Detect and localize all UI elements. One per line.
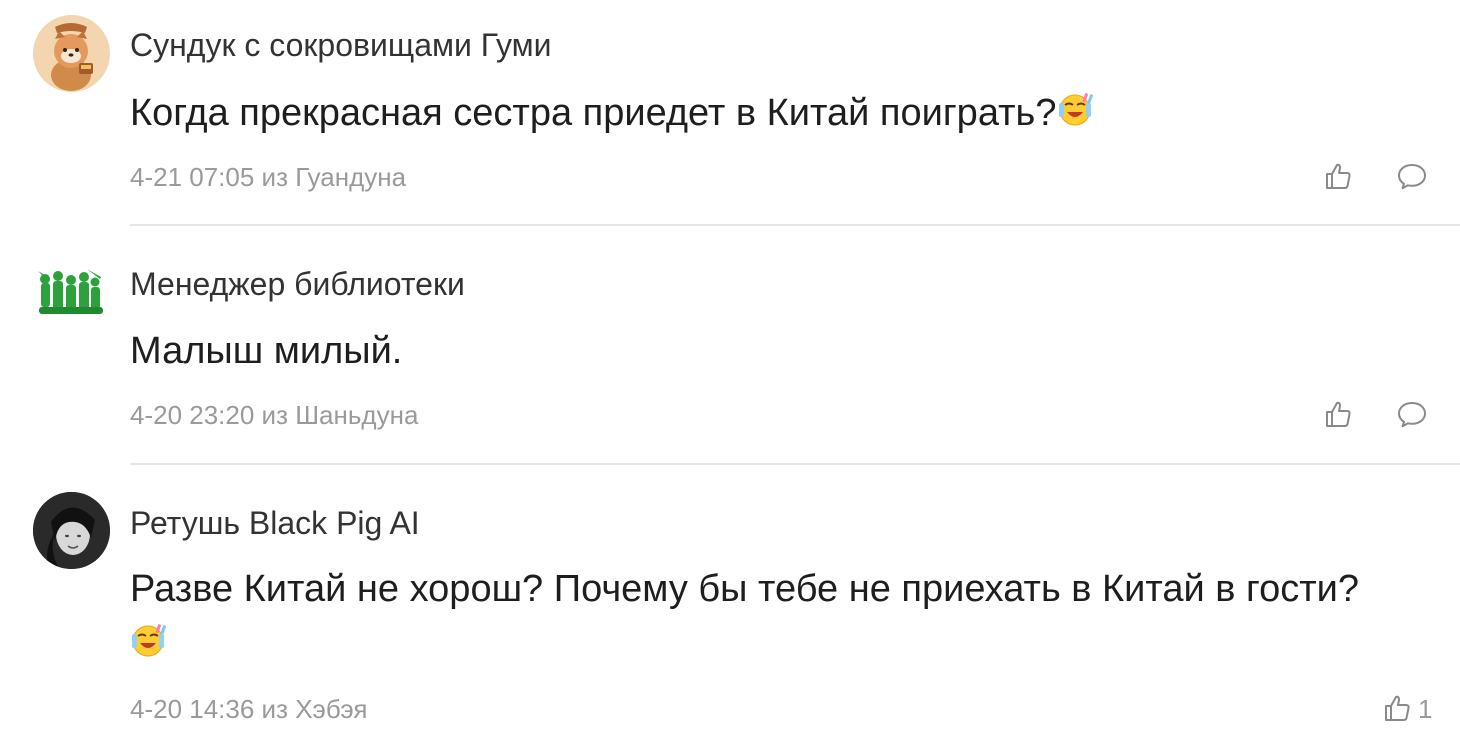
bw-photo-avatar-icon [33,492,110,569]
thumbs-up-icon[interactable] [1323,160,1355,192]
comment-meta: 4-20 23:20 из Шаньдуна [130,400,419,430]
divider [130,463,1460,465]
comment-text-body: Малыш милый. [130,330,403,372]
speech-bubble-icon[interactable] [1396,398,1428,430]
tearful-laugh-emoji-icon [129,620,169,660]
comment-meta: 4-21 07:05 из Гуандуна [130,162,407,192]
comment-meta: 4-20 14:36 из Хэбэя [130,694,368,724]
divider [130,224,1460,226]
speech-bubble-icon[interactable] [1396,160,1428,192]
comment-text-body: Разве Китай не хорош? Почему бы тебе не … [130,568,1359,610]
comment-username[interactable]: Сундук с сокровищами Гуми [130,27,551,64]
comment-username[interactable]: Ретушь Black Pig AI [130,505,420,542]
avatar[interactable] [33,492,110,569]
comment-username[interactable]: Менеджер библиотеки [130,266,465,303]
avatar[interactable] [33,253,110,330]
comment-text: Разве Китай не хорош? Почему бы тебе не … [130,566,1359,612]
comment-text: Малыш милый. [130,328,402,374]
like-count: 1 [1418,694,1433,724]
thumbs-up-icon[interactable] [1382,692,1414,724]
thumbs-up-icon[interactable] [1323,398,1355,430]
red-panda-avatar-icon [33,15,110,92]
avatar[interactable] [33,15,110,92]
tearful-laugh-emoji-icon [1056,89,1096,129]
green-toy-soldiers-avatar-icon [33,253,110,330]
comment-text-body: Когда прекрасная сестра приедет в Китай … [130,92,1057,134]
comment-text: Когда прекрасная сестра приедет в Китай … [130,89,1096,136]
